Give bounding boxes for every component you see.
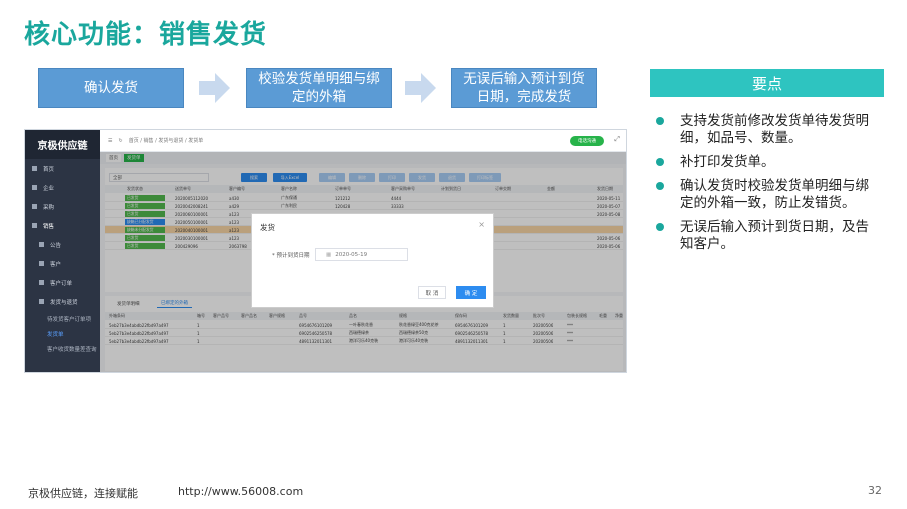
sidebar-item-enterprise[interactable]: 企业 <box>25 178 100 197</box>
building-icon <box>32 185 37 190</box>
sidebar: 京极供应链 首页 企业 采购 销售 公告 客户 客户订单 发货与退货 待发货客户… <box>25 130 100 372</box>
sidebar-item-sales[interactable]: 销售 <box>25 216 100 235</box>
expected-date-input[interactable]: ▦ 2020-05-19 <box>315 248 408 261</box>
list-item: 支持发货前修改发货单待发货明细，如品号、数量。 <box>656 113 876 147</box>
sidebar-item-customer[interactable]: 客户 <box>25 254 100 273</box>
close-icon[interactable]: × <box>478 220 485 229</box>
arrow-right-icon <box>199 73 230 103</box>
key-points-heading: 要点 <box>650 69 884 97</box>
refresh-icon[interactable]: ↻ <box>118 138 122 144</box>
sidebar-item-purchase[interactable]: 采购 <box>25 197 100 216</box>
cancel-button[interactable]: 取 消 <box>418 286 446 299</box>
bullet-icon <box>656 182 664 190</box>
expected-date-label: * 预计到货日期 <box>272 253 310 259</box>
app-screenshot: 京极供应链 首页 企业 采购 销售 公告 客户 客户订单 发货与退货 待发货客户… <box>24 129 627 373</box>
top-bar: ☰ ↻ 首页 / 销售 / 发货与退货 / 发货单 电话沟通 ⤢ <box>100 130 626 152</box>
page-title: 核心功能：销售发货 <box>24 20 268 50</box>
truck-icon <box>39 299 44 304</box>
ship-dialog: 发货 × * 预计到货日期 ▦ 2020-05-19 取 消 确 定 <box>251 213 494 308</box>
brand-logo: 京极供应链 <box>25 130 100 159</box>
sidebar-item-customer-order[interactable]: 客户订单 <box>25 273 100 292</box>
breadcrumb: 首页 / 销售 / 发货与退货 / 发货单 <box>128 138 204 144</box>
sidebar-item-notice[interactable]: 公告 <box>25 235 100 254</box>
sidebar-item-home[interactable]: 首页 <box>25 159 100 178</box>
notice-icon <box>39 242 44 247</box>
calendar-icon: ▦ <box>326 251 332 258</box>
phone-button[interactable]: 电话沟通 <box>570 136 604 146</box>
bullet-icon <box>656 117 664 125</box>
step-1: 确认发货 <box>38 68 184 108</box>
order-icon <box>39 280 44 285</box>
sidebar-subitem-active[interactable]: 发货单 <box>25 326 100 341</box>
bullet-icon <box>656 223 664 231</box>
dialog-title: 发货 <box>260 223 275 232</box>
sidebar-item-shipping[interactable]: 发货与退货 <box>25 292 100 311</box>
bullet-icon <box>656 158 664 166</box>
footer-slogan: 京极供应链，连接赋能 <box>28 487 138 500</box>
menu-icon[interactable]: ☰ <box>108 138 112 144</box>
list-item: 补打印发货单。 <box>656 154 876 171</box>
footer-url[interactable]: http://www.56008.com <box>178 485 303 498</box>
key-points-list: 支持发货前修改发货单待发货明细，如品号、数量。 补打印发货单。 确认发货时校验发… <box>656 113 876 260</box>
user-icon <box>39 261 44 266</box>
page-number: 32 <box>868 484 882 497</box>
list-item: 确认发货时校验发货单明细与绑定的外箱一致，防止发错货。 <box>656 178 876 212</box>
sidebar-subitem[interactable]: 待发货客户订单项 <box>25 311 100 326</box>
confirm-button[interactable]: 确 定 <box>456 286 486 299</box>
sales-icon <box>32 223 37 228</box>
arrow-right-icon <box>405 73 436 103</box>
step-2: 校验发货单明细与绑定的外箱 <box>246 68 392 108</box>
list-item: 无误后输入预计到货日期，及告知客户。 <box>656 219 876 253</box>
step-3: 无误后输入预计到货日期，完成发货 <box>451 68 597 108</box>
sidebar-subitem[interactable]: 客户收货数量差查询 <box>25 341 100 356</box>
home-icon <box>32 166 37 171</box>
cart-icon <box>32 204 37 209</box>
fullscreen-icon[interactable]: ⤢ <box>614 135 620 144</box>
